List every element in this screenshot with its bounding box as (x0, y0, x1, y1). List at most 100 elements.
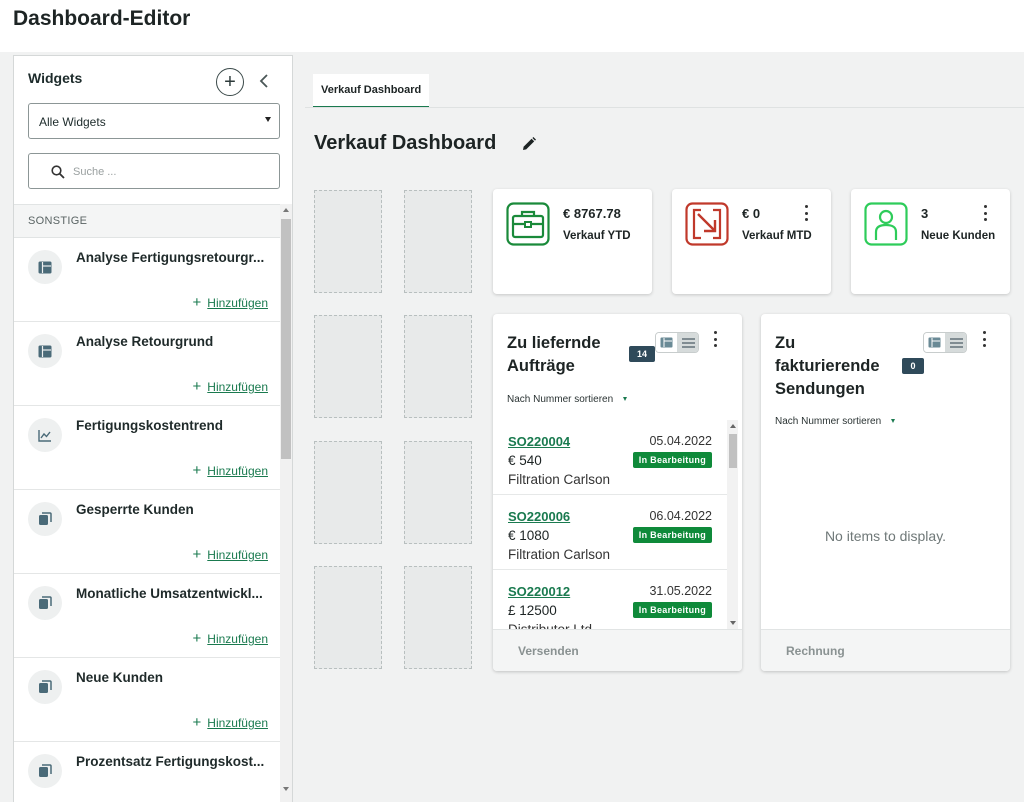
widget-name: Neue Kunden (76, 670, 164, 685)
status-badge: In Bearbeitung (632, 452, 712, 468)
dashboard-title: Verkauf Dashboard (314, 132, 497, 154)
search-input[interactable] (73, 163, 263, 181)
list-item: Prozentsatz Fertigungskost... +Hinzufügen (14, 742, 280, 802)
table-icon (28, 250, 62, 284)
widget-search-box[interactable] (28, 153, 280, 189)
add-label: Hinzufügen (207, 716, 268, 730)
empty-slot[interactable] (404, 315, 472, 418)
scroll-thumb[interactable] (281, 219, 291, 459)
add-widget-link[interactable]: +Hinzufügen (193, 546, 268, 563)
ship-button[interactable]: Versenden (493, 629, 742, 671)
table-icon (28, 334, 62, 368)
view-toggle[interactable] (655, 332, 699, 353)
orders-scrollbar[interactable] (727, 420, 738, 629)
plus-icon: + (193, 798, 202, 802)
kpi-value: € 8767.78 (563, 206, 621, 221)
stack-icon (28, 754, 62, 788)
widget-filter-value: Alle Widgets (39, 115, 106, 129)
order-number-link[interactable]: SO220004 (508, 434, 570, 449)
plus-icon: + (192, 294, 202, 311)
kpi-card-sales-mtd[interactable]: € 0 Verkauf MTD (672, 189, 831, 294)
card-title: Zu liefernde Aufträge (507, 334, 601, 375)
add-widget-button[interactable]: + (216, 68, 244, 96)
invoice-button[interactable]: Rechnung (761, 629, 1010, 671)
card-view-icon[interactable] (924, 333, 945, 352)
sort-dropdown[interactable]: Nach Nummer sortieren (775, 416, 896, 427)
card-view-icon[interactable] (656, 333, 677, 352)
empty-slot[interactable] (314, 566, 382, 669)
line-chart-icon (28, 418, 62, 452)
widgets-sidebar: Widgets + Alle Widgets SONSTIGE Analyse … (13, 55, 293, 802)
add-widget-link[interactable]: +Hinzufügen (193, 630, 268, 647)
order-amount: £ 12500 (508, 603, 557, 618)
widget-filter-select[interactable]: Alle Widgets (28, 103, 280, 139)
plus-icon: + (192, 378, 202, 395)
add-widget-link[interactable]: +Hinzufügen (193, 462, 268, 479)
order-date: 31.05.2022 (649, 584, 712, 598)
pencil-icon[interactable] (520, 135, 538, 153)
count-badge: 0 (902, 358, 924, 374)
empty-slot[interactable] (404, 441, 472, 544)
empty-slot[interactable] (404, 566, 472, 669)
scroll-up-icon[interactable] (283, 208, 289, 212)
plus-icon: + (192, 714, 202, 731)
add-label: Hinzufügen (207, 632, 268, 646)
person-icon (864, 202, 908, 246)
widget-name: Monatliche Umsatzentwickl... (76, 586, 263, 601)
tab-verkauf-dashboard[interactable]: Verkauf Dashboard (313, 74, 430, 108)
list-item: Monatliche Umsatzentwickl... + Hinzufügen (14, 574, 280, 658)
widget-name: Prozentsatz Fertigungskost... (76, 754, 265, 769)
stack-icon (28, 586, 62, 620)
order-number-link[interactable]: SO220006 (508, 509, 570, 524)
sort-dropdown[interactable]: Nach Nummer sortieren (507, 394, 628, 405)
list-view-icon[interactable] (945, 333, 966, 352)
scroll-up-icon[interactable] (730, 424, 736, 428)
scroll-down-icon[interactable] (283, 787, 289, 791)
order-row: SO220004 05.04.2022 € 540 In Bearbeitung Fil… (493, 420, 727, 495)
list-item: Analyse Retourgrund + Hinzufügen (14, 322, 280, 406)
briefcase-icon (506, 202, 550, 246)
list-item: Fertigungskostentrend + Hinzufügen (14, 406, 280, 490)
empty-slot[interactable] (314, 315, 382, 418)
kpi-label: Verkauf YTD (563, 230, 631, 242)
add-label: Hinzufügen (207, 296, 268, 310)
widget-name: Fertigungskostentrend (76, 418, 224, 433)
add-label: Hinzufügen (207, 380, 268, 394)
collapse-sidebar-button[interactable] (258, 72, 272, 92)
more-options-icon[interactable] (711, 330, 719, 348)
empty-slot[interactable] (404, 190, 472, 293)
more-options-icon[interactable] (980, 330, 988, 348)
add-widget-link[interactable]: + Hinzufügen (193, 714, 268, 731)
scroll-thumb[interactable] (729, 434, 737, 468)
empty-slot[interactable] (314, 190, 382, 293)
widget-name: Gesperrte Kunden (76, 502, 194, 517)
more-options-icon[interactable] (802, 204, 810, 222)
kpi-card-sales-ytd[interactable]: € 8767.78 Verkauf YTD (493, 189, 652, 294)
chevron-down-icon (891, 419, 896, 424)
order-amount: € 540 (508, 453, 542, 468)
add-widget-link[interactable]: + Hinzufügen (193, 378, 268, 395)
top-bar: Dashboard-Editor (0, 0, 1024, 52)
list-view-icon[interactable] (677, 333, 698, 352)
order-date: 05.04.2022 (649, 434, 712, 448)
widget-name: Analyse Fertigungsretourgr... (76, 250, 265, 265)
kpi-label: Verkauf MTD (742, 230, 812, 242)
more-options-icon[interactable] (981, 204, 989, 222)
sidebar-scrollbar[interactable] (280, 204, 292, 802)
scroll-down-icon[interactable] (730, 621, 736, 625)
add-widget-link[interactable]: +Hinzufügen (193, 798, 268, 802)
order-amount: € 1080 (508, 528, 550, 543)
order-number-link[interactable]: SO220012 (508, 584, 570, 599)
kpi-card-new-customers[interactable]: 3 Neue Kunden (851, 189, 1010, 294)
empty-slot[interactable] (314, 441, 382, 544)
widget-list: Analyse Fertigungsretourgr... + Hinzufügen… (14, 238, 280, 802)
stack-icon (28, 670, 62, 704)
kpi-value: € 0 (742, 206, 761, 221)
kpi-label: Neue Kunden (921, 230, 996, 242)
order-date: 06.04.2022 (649, 509, 712, 523)
view-toggle[interactable] (923, 332, 967, 353)
add-widget-link[interactable]: + Hinzufügen (193, 294, 268, 311)
list-item: Neue Kunden + Hinzufügen (14, 658, 280, 742)
stack-icon (28, 502, 62, 536)
chevron-down-icon (623, 397, 628, 402)
